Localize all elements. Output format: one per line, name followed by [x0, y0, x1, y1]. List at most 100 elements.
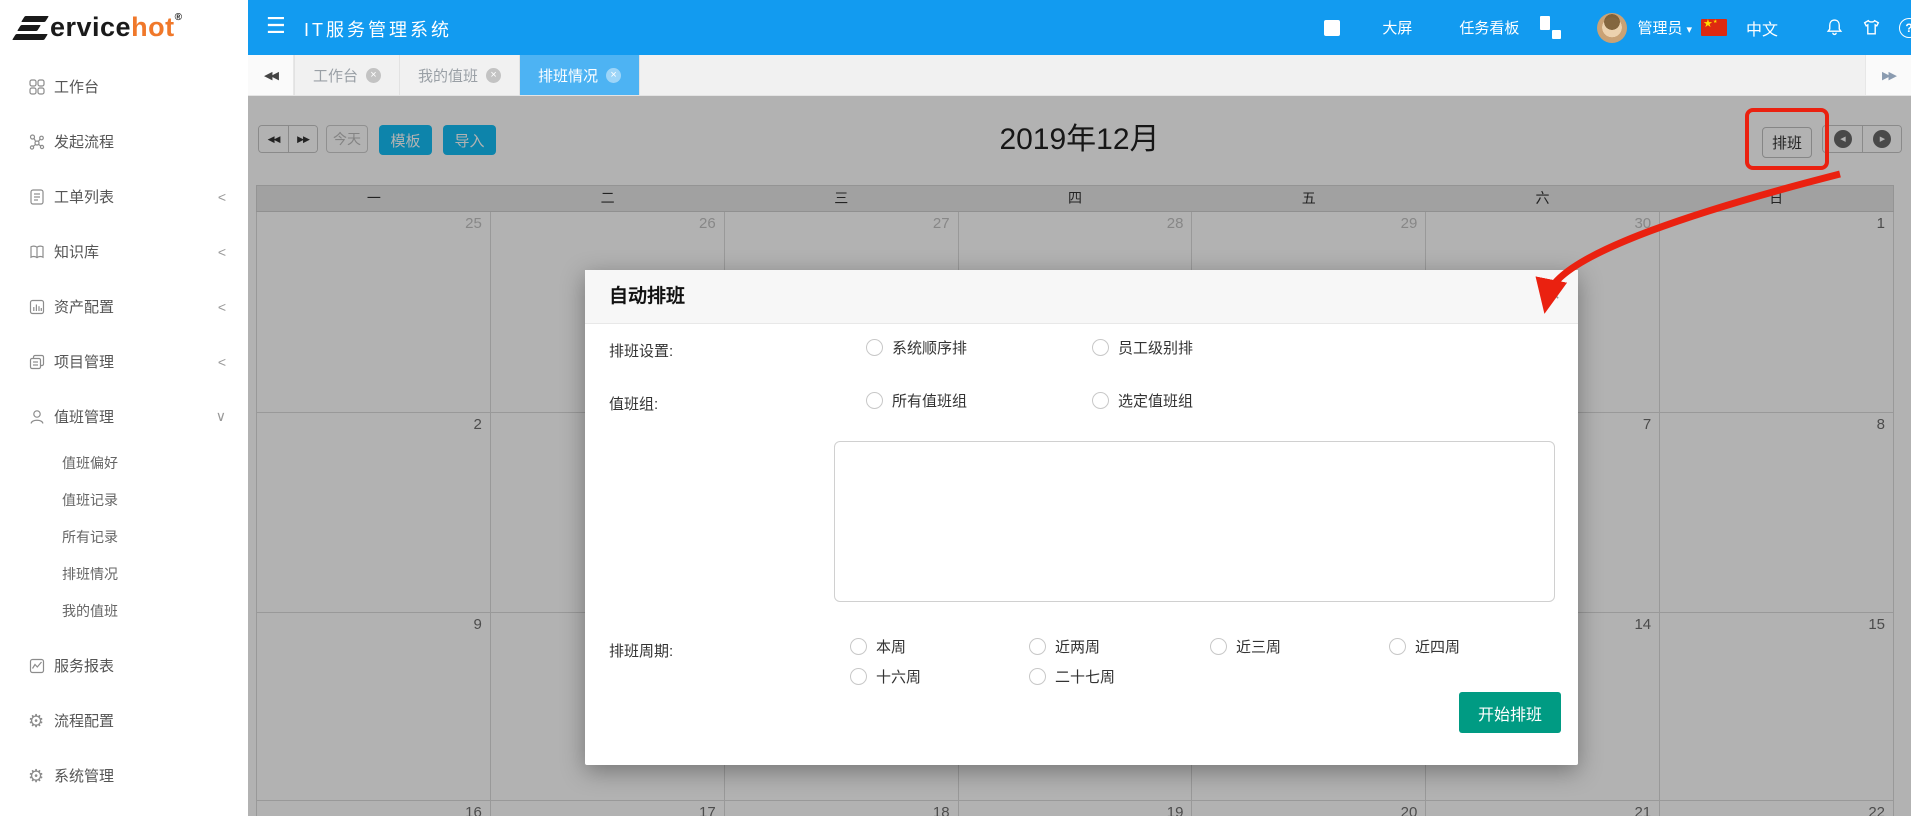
- modal-title: 自动排班: [585, 270, 1578, 324]
- sidebar-nav: 工作台发起流程工单列表 < 知识库 < 资产配置<项目管理< 值班管理 ∨ 值班偏好值班记录所…: [0, 59, 248, 803]
- chevron-left-icon: <: [218, 244, 226, 260]
- field-label: 排班周期:: [609, 640, 673, 661]
- radio-option-近两周[interactable]: 近两周: [1029, 636, 1100, 657]
- radio-option-二十七周[interactable]: 二十七周: [1029, 666, 1115, 687]
- radio-label: 所有值班组: [892, 390, 967, 411]
- task-board-link[interactable]: 任务看板: [1459, 17, 1519, 38]
- app-title: IT服务管理系统: [304, 16, 452, 42]
- user-menu[interactable]: 管理员▾: [1637, 17, 1692, 38]
- radio-icon[interactable]: [866, 392, 883, 409]
- close-icon[interactable]: ×: [1548, 284, 1560, 307]
- sidebar-subitem-label: 我的值班: [62, 601, 118, 621]
- asset-icon: [28, 298, 54, 316]
- radio-option-近四周[interactable]: 近四周: [1389, 636, 1460, 657]
- sidebar-item-label: 流程配置: [54, 710, 114, 731]
- radio-option-近三周[interactable]: 近三周: [1210, 636, 1281, 657]
- process-gear-icon: ⚙: [28, 712, 54, 730]
- sidebar-item-label: 系统管理: [54, 765, 114, 786]
- menu-toggle-icon[interactable]: ☰: [266, 15, 286, 37]
- sidebar-item-流程配置[interactable]: ⚙流程配置: [0, 693, 248, 748]
- tab-close-icon[interactable]: ×: [366, 68, 381, 83]
- tab-工作台[interactable]: 工作台×: [294, 55, 400, 95]
- radio-icon[interactable]: [1029, 668, 1046, 685]
- sidebar-item-知识库[interactable]: 知识库 <: [0, 224, 248, 279]
- sidebar-item-服务报表[interactable]: 服务报表: [0, 638, 248, 693]
- topbar: ☰ IT服务管理系统 大屏 任务看板 管理员▾ ★★ 中文 ?: [248, 0, 1911, 55]
- sidebar-item-label: 工单列表: [54, 186, 114, 207]
- china-flag-icon: ★★: [1701, 19, 1727, 36]
- tabs: 工作台×我的值班×排班情况×: [294, 55, 640, 95]
- sidebar-item-label: 发起流程: [54, 131, 114, 152]
- avatar[interactable]: [1597, 13, 1627, 43]
- language-switch[interactable]: 中文: [1746, 16, 1778, 40]
- sidebar-item-资产配置[interactable]: 资产配置<: [0, 279, 248, 334]
- radio-label: 本周: [876, 636, 906, 657]
- radio-option-本周[interactable]: 本周: [850, 636, 906, 657]
- sidebar-subitem-值班偏好[interactable]: 值班偏好: [0, 444, 248, 481]
- sidebar-item-发起流程[interactable]: 发起流程: [0, 114, 248, 169]
- radio-label: 二十七周: [1055, 666, 1115, 687]
- fullscreen-icon[interactable]: [1324, 20, 1340, 36]
- radio-label: 近两周: [1055, 636, 1100, 657]
- radio-option-员工级别排[interactable]: 员工级别排: [1092, 337, 1193, 358]
- tab-label: 我的值班: [418, 65, 478, 86]
- radio-icon[interactable]: [1092, 392, 1109, 409]
- dashboard-icon[interactable]: [1540, 16, 1563, 39]
- radio-icon[interactable]: [850, 638, 867, 655]
- sidebar-item-系统管理[interactable]: ⚙系统管理: [0, 748, 248, 803]
- radio-icon[interactable]: [850, 668, 867, 685]
- radio-option-十六周[interactable]: 十六周: [850, 666, 921, 687]
- big-screen-link[interactable]: 大屏: [1382, 17, 1412, 38]
- radio-label: 系统顺序排: [892, 337, 967, 358]
- brand-text: ervicehot®: [50, 12, 182, 43]
- sidebar-subitem-我的值班[interactable]: 我的值班: [0, 592, 248, 629]
- radio-option-所有值班组[interactable]: 所有值班组: [866, 390, 967, 411]
- brand-s-icon: [14, 14, 47, 41]
- sidebar-item-工单列表[interactable]: 工单列表 <: [0, 169, 248, 224]
- sidebar: ervicehot® 工作台发起流程工单列表<知识库<资产配置<项目管理<值班管…: [0, 0, 248, 816]
- flow-icon: [28, 133, 54, 151]
- radio-icon[interactable]: [1210, 638, 1227, 655]
- tabbar: ◀◀ 工作台×我的值班×排班情况× ▶▶: [248, 55, 1911, 96]
- duty-group-box[interactable]: [834, 441, 1555, 602]
- sidebar-item-项目管理[interactable]: 项目管理<: [0, 334, 248, 389]
- radio-icon[interactable]: [866, 339, 883, 356]
- tab-close-icon[interactable]: ×: [606, 68, 621, 83]
- help-icon[interactable]: ?: [1899, 18, 1911, 38]
- tab-排班情况[interactable]: 排班情况×: [520, 55, 640, 95]
- radio-option-系统顺序排[interactable]: 系统顺序排: [866, 337, 967, 358]
- tab-close-icon[interactable]: ×: [486, 68, 501, 83]
- tabs-scroll-left-icon[interactable]: ◀◀: [248, 55, 294, 95]
- radio-icon[interactable]: [1029, 638, 1046, 655]
- sidebar-item-值班管理[interactable]: 值班管理 ∨: [0, 389, 248, 444]
- sidebar-item-工作台[interactable]: 工作台: [0, 59, 248, 114]
- tabs-scroll-right-icon[interactable]: ▶▶: [1865, 55, 1911, 95]
- modal-header: 自动排班 ×: [585, 270, 1578, 324]
- tab-我的值班[interactable]: 我的值班 ×: [400, 55, 520, 95]
- radio-icon[interactable]: [1389, 638, 1406, 655]
- auto-schedule-modal: 自动排班 × 开始排班 排班设置:系统顺序排员工级别排值班组:所有值班组选定值班…: [585, 270, 1578, 765]
- radio-option-选定值班组[interactable]: 选定值班组: [1092, 390, 1193, 411]
- sidebar-item-label: 值班管理: [54, 406, 114, 427]
- start-schedule-button[interactable]: 开始排班: [1459, 692, 1561, 733]
- topbar-right: 大屏 任务看板 管理员▾ ★★ 中文 ?: [1324, 0, 1911, 55]
- sidebar-sublist: 值班偏好值班记录所有记录排班情况我的值班: [0, 444, 248, 629]
- sidebar-subitem-所有记录[interactable]: 所有记录: [0, 518, 248, 555]
- radio-label: 十六周: [876, 666, 921, 687]
- radio-label: 近三周: [1236, 636, 1281, 657]
- sidebar-subitem-label: 所有记录: [62, 527, 118, 547]
- project-icon: [28, 353, 54, 371]
- chevron-down-icon: ▾: [1686, 24, 1692, 36]
- bell-icon[interactable]: [1825, 18, 1844, 37]
- field-label: 值班组:: [609, 393, 658, 414]
- sidebar-subitem-值班记录[interactable]: 值班记录: [0, 481, 248, 518]
- shirt-icon[interactable]: [1862, 18, 1881, 37]
- sidebar-item-label: 工作台: [54, 76, 99, 97]
- sidebar-subitem-label: 排班情况: [62, 564, 118, 584]
- sidebar-item-label: 知识库: [54, 241, 99, 262]
- chevron-left-icon: <: [218, 189, 226, 205]
- radio-icon[interactable]: [1092, 339, 1109, 356]
- sidebar-subitem-排班情况[interactable]: 排班情况: [0, 555, 248, 592]
- chevron-down-icon: ∨: [216, 408, 226, 425]
- calendar-page: 2019年12月 ◀◀ ▶▶ 今天 模板 导入 排班 ◀ ▶ 一二三四五六日 2…: [248, 96, 1911, 816]
